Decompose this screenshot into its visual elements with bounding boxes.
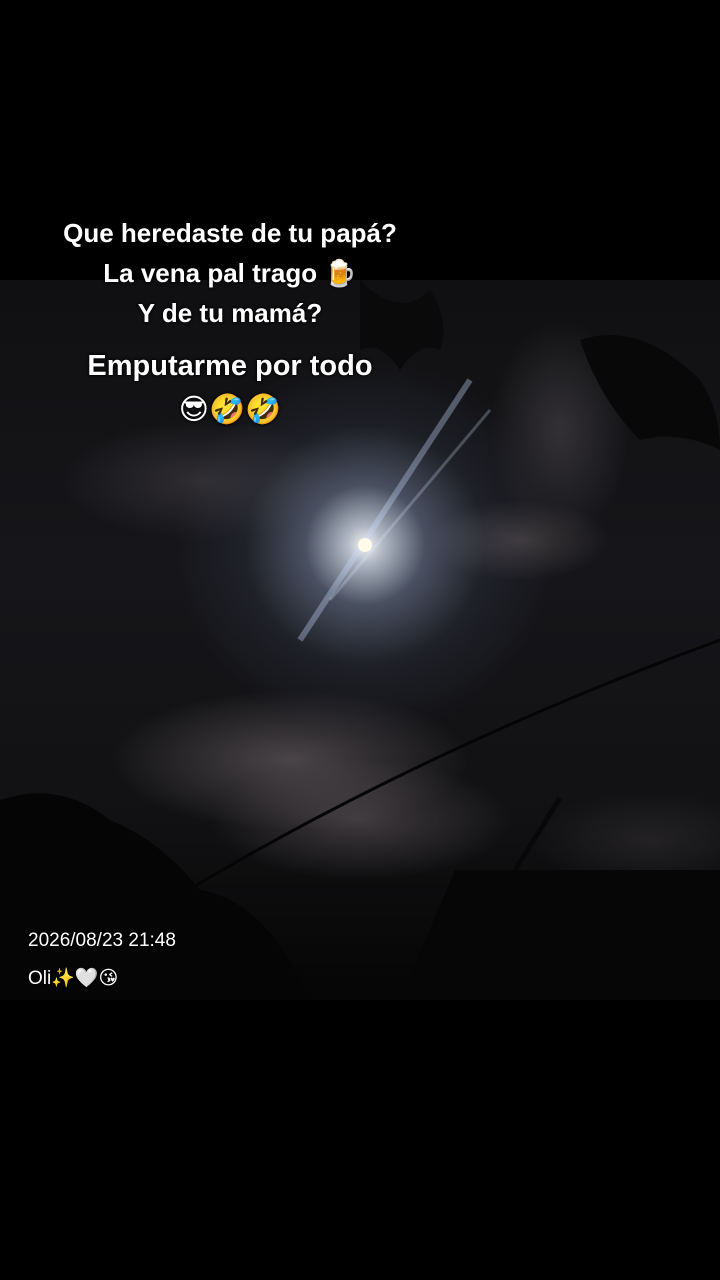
rooftop-silhouette: [400, 870, 720, 1000]
story-canvas: Que heredaste de tu papá? La vena pal tr…: [0, 0, 720, 1280]
caption-answer-mom: Emputarme por todo: [87, 350, 373, 382]
username-label: Oli✨🤍😘: [28, 968, 119, 989]
timestamp: 2026/08/23 21:48: [28, 930, 176, 951]
caption-emojis: 😎🤣🤣: [178, 394, 282, 426]
caption-question-mom: Y de tu mamá?: [137, 298, 323, 328]
branch-silhouette: [580, 335, 720, 450]
night-sky-scene: [0, 280, 720, 1000]
caption-answer-dad: La vena pal trago 🍺: [103, 258, 357, 288]
antenna-silhouette: [512, 796, 563, 872]
power-line: [179, 638, 720, 897]
lens-flare-streak-thin: [328, 409, 492, 601]
caption-question-dad: Que heredaste de tu papá?: [63, 218, 397, 248]
night-sky-photo: [0, 280, 720, 1000]
moon: [358, 538, 372, 552]
